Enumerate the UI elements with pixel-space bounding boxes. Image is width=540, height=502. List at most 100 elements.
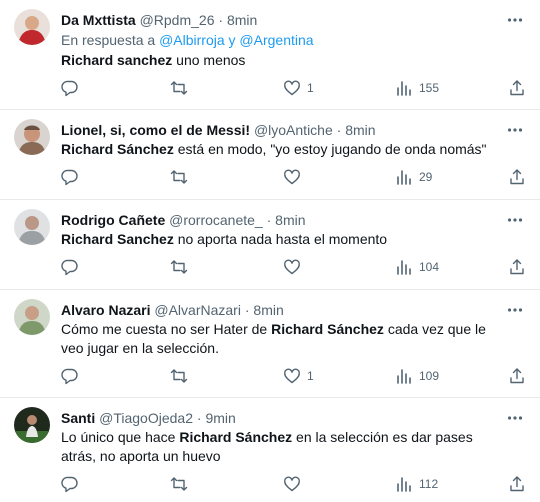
views-icon — [397, 260, 411, 275]
retweet-button[interactable] — [170, 167, 188, 187]
avatar[interactable] — [14, 119, 50, 155]
reply-icon — [61, 169, 78, 186]
like-button[interactable] — [283, 474, 307, 494]
reply-prefix: En respuesta a — [61, 32, 160, 48]
tweet-text-pre: Cómo me cuesta no ser Hater de — [61, 321, 272, 337]
timestamp[interactable]: 8min — [253, 302, 283, 318]
tweet-text: Richard sanchez uno menos — [61, 51, 506, 70]
separator-dot: · — [244, 302, 250, 318]
user-handle[interactable]: @lyoAntiche — [254, 122, 333, 138]
tweet-text: Richard Sánchez está en modo, "yo estoy … — [61, 140, 506, 159]
reply-button[interactable] — [61, 78, 79, 98]
tweet-actions: 1 155 — [61, 78, 531, 98]
views-button[interactable]: 104 — [395, 257, 439, 277]
views-button[interactable]: 155 — [395, 78, 439, 98]
share-button[interactable] — [508, 78, 526, 98]
retweet-button[interactable] — [170, 366, 188, 386]
like-count: 1 — [307, 369, 314, 383]
reply-button[interactable] — [61, 474, 79, 494]
like-button[interactable] — [283, 167, 307, 187]
share-icon — [510, 368, 524, 384]
view-count: 112 — [419, 477, 439, 491]
heart-icon — [284, 80, 300, 96]
separator-dot: · — [218, 12, 224, 28]
retweet-icon — [170, 369, 188, 383]
reply-icon — [61, 368, 78, 385]
separator-dot: · — [266, 212, 272, 228]
more-options-icon[interactable] — [506, 301, 524, 319]
more-options-icon[interactable] — [506, 121, 524, 139]
share-icon — [510, 476, 524, 492]
share-button[interactable] — [508, 257, 526, 277]
tweet-text-rest: no aporta nada hasta el momento — [173, 231, 388, 247]
tweet-text-bold: Richard sanchez — [61, 52, 173, 68]
more-options-icon[interactable] — [506, 11, 524, 29]
like-button[interactable] — [283, 257, 307, 277]
timestamp[interactable]: 8min — [227, 12, 257, 28]
share-icon — [510, 259, 524, 275]
mention-link[interactable]: @Argentina — [239, 32, 313, 48]
reply-button[interactable] — [61, 167, 79, 187]
view-count: 104 — [419, 260, 440, 274]
display-name[interactable]: Rodrigo Cañete — [61, 212, 165, 228]
reply-button[interactable] — [61, 366, 79, 386]
avatar[interactable] — [14, 299, 50, 335]
tweet-text-pre: Lo único que hace — [61, 429, 180, 445]
like-button[interactable]: 1 — [283, 366, 314, 386]
retweet-button[interactable] — [170, 78, 188, 98]
avatar[interactable] — [14, 407, 50, 443]
more-options-icon[interactable] — [506, 409, 524, 427]
views-button[interactable]: 29 — [395, 167, 432, 187]
share-button[interactable] — [508, 167, 526, 187]
retweet-icon — [170, 260, 188, 274]
more-options-icon[interactable] — [506, 211, 524, 229]
reply-icon — [61, 476, 78, 493]
user-handle[interactable]: @TiagoOjeda2 — [99, 410, 193, 426]
tweet[interactable]: Santi @TiagoOjeda2 · 9min Lo único que h… — [0, 398, 540, 502]
mention-link[interactable]: @Albirroja — [159, 32, 225, 48]
tweet[interactable]: Alvaro Nazari @AlvarNazari · 8min Cómo m… — [0, 290, 540, 398]
tweet[interactable]: Rodrigo Cañete @rorrocanete_ · 8min Rich… — [0, 200, 540, 290]
tweet[interactable]: Da Mxttista @Rpdm_26 · 8min En respuesta… — [0, 0, 540, 110]
share-button[interactable] — [508, 474, 526, 494]
views-icon — [397, 369, 411, 384]
user-handle[interactable]: @rorrocanete_ — [169, 212, 263, 228]
views-icon — [397, 170, 411, 185]
views-button[interactable]: 109 — [395, 366, 439, 386]
tweet-header: Santi @TiagoOjeda2 · 9min — [61, 409, 236, 427]
avatar[interactable] — [14, 209, 50, 245]
tweet-actions: 104 — [61, 257, 531, 277]
display-name[interactable]: Lionel, si, como el de Messi! — [61, 122, 250, 138]
display-name[interactable]: Da Mxttista — [61, 12, 136, 28]
views-button[interactable]: 112 — [395, 474, 438, 494]
separator-dot: · — [196, 410, 202, 426]
reply-button[interactable] — [61, 257, 79, 277]
reply-and: y — [224, 32, 240, 48]
tweet-text: Richard Sanchez no aporta nada hasta el … — [61, 230, 506, 249]
retweet-button[interactable] — [170, 474, 188, 494]
tweet-text-bold: Richard Sánchez — [179, 429, 293, 445]
share-button[interactable] — [508, 366, 526, 386]
tweet-text: Cómo me cuesta no ser Hater de Richard S… — [61, 320, 506, 358]
display-name[interactable]: Santi — [61, 410, 95, 426]
tweet-text-bold: Richard Sanchez — [61, 231, 174, 247]
reply-feed: Da Mxttista @Rpdm_26 · 8min En respuesta… — [0, 0, 540, 502]
tweet-header: Rodrigo Cañete @rorrocanete_ · 8min — [61, 211, 306, 229]
tweet-header: Alvaro Nazari @AlvarNazari · 8min — [61, 301, 284, 319]
view-count: 155 — [419, 81, 440, 95]
view-count: 29 — [419, 170, 433, 184]
timestamp[interactable]: 9min — [205, 410, 235, 426]
tweet-text: Lo único que hace Richard Sánchez en la … — [61, 428, 506, 466]
avatar[interactable] — [14, 9, 50, 45]
display-name[interactable]: Alvaro Nazari — [61, 302, 150, 318]
timestamp[interactable]: 8min — [345, 122, 375, 138]
tweet-actions: 112 — [61, 474, 531, 494]
view-count: 109 — [419, 369, 440, 383]
tweet[interactable]: Lionel, si, como el de Messi! @lyoAntich… — [0, 110, 540, 200]
tweet-actions: 1 109 — [61, 366, 531, 386]
retweet-button[interactable] — [170, 257, 188, 277]
user-handle[interactable]: @Rpdm_26 — [140, 12, 215, 28]
user-handle[interactable]: @AlvarNazari — [154, 302, 241, 318]
like-button[interactable]: 1 — [283, 78, 314, 98]
timestamp[interactable]: 8min — [275, 212, 305, 228]
